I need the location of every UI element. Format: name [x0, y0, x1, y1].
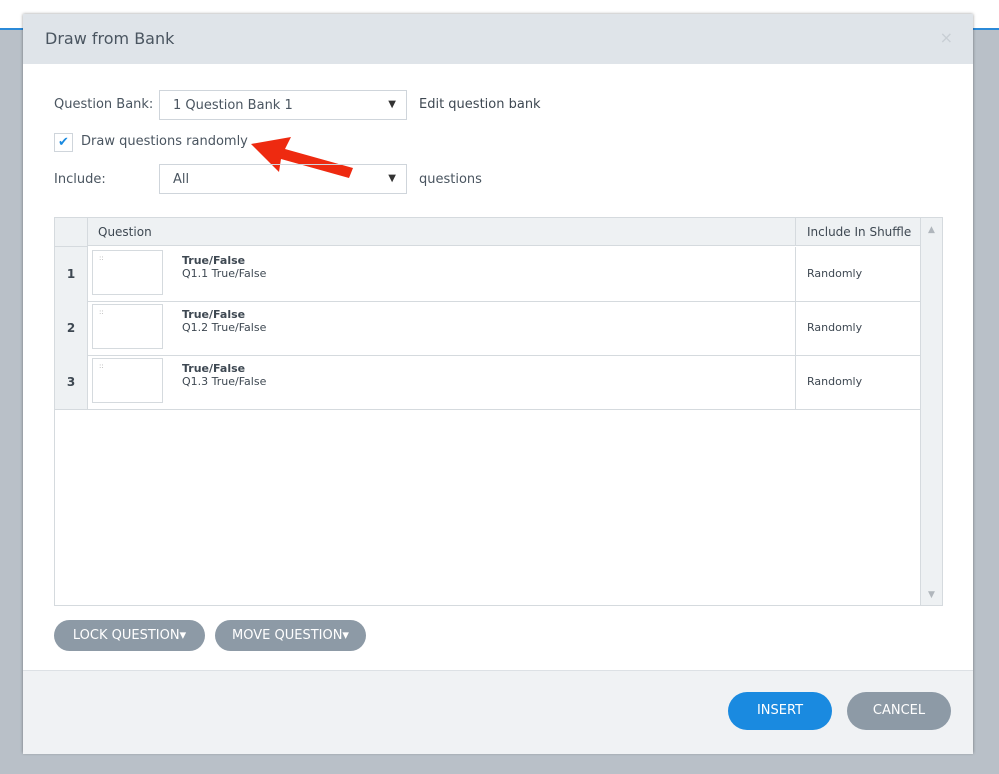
- close-icon[interactable]: ×: [940, 28, 953, 47]
- move-question-button[interactable]: MOVE QUESTION▾: [215, 620, 366, 651]
- question-thumbnail: ::: [92, 250, 163, 295]
- dialog-title: Draw from Bank: [45, 29, 175, 48]
- question-bank-value: 1 Question Bank 1: [173, 98, 293, 113]
- row-number: 2: [55, 301, 88, 355]
- question-bank-select[interactable]: 1 Question Bank 1 ▼: [159, 90, 407, 120]
- question-bank-label: Question Bank:: [54, 97, 154, 112]
- chevron-down-icon: ▼: [388, 173, 396, 184]
- row-number: 1: [55, 247, 88, 301]
- question-type: True/False: [182, 362, 246, 375]
- grid-corner: [55, 218, 88, 247]
- include-label: Include:: [54, 172, 106, 187]
- check-icon: ✔: [58, 135, 69, 150]
- draw-randomly-label[interactable]: Draw questions randomly: [81, 134, 248, 149]
- question-thumbnail: ::: [92, 358, 163, 403]
- scroll-down-icon[interactable]: ▼: [921, 590, 942, 600]
- questions-grid: Question Include In Shuffle 1:: True/Fals…: [54, 217, 943, 606]
- shuffle-value[interactable]: Randomly: [795, 301, 921, 355]
- scroll-up-icon[interactable]: ▲: [921, 225, 942, 235]
- question-thumbnail: ::: [92, 304, 163, 349]
- dialog-header: Draw from Bank ×: [23, 14, 973, 64]
- shuffle-value[interactable]: Randomly: [795, 247, 921, 301]
- column-header-shuffle[interactable]: Include In Shuffle: [795, 218, 921, 246]
- question-type: True/False: [182, 254, 246, 267]
- draw-from-bank-dialog: Draw from Bank × Question Bank: 1 Questi…: [23, 14, 973, 754]
- question-name: Q1.2 True/False: [182, 321, 267, 334]
- cancel-button[interactable]: CANCEL: [847, 692, 951, 730]
- include-suffix: questions: [419, 172, 482, 187]
- lock-question-button[interactable]: LOCK QUESTION▾: [54, 620, 205, 651]
- column-header-question[interactable]: Question: [88, 218, 795, 246]
- table-row[interactable]: 1:: True/False Q1.1 True/False Randomly: [55, 247, 921, 302]
- draw-randomly-checkbox[interactable]: ✔: [54, 133, 73, 152]
- table-row[interactable]: 3:: True/False Q1.3 True/False Randomly: [55, 355, 921, 410]
- question-type: True/False: [182, 308, 246, 321]
- shuffle-value[interactable]: Randomly: [795, 355, 921, 409]
- edit-question-bank-link[interactable]: Edit question bank: [419, 97, 541, 112]
- dialog-footer: INSERT CANCEL: [23, 670, 973, 754]
- include-value: All: [173, 172, 190, 187]
- vertical-scrollbar[interactable]: ▲ ▼: [920, 218, 942, 605]
- chevron-down-icon: ▼: [388, 99, 396, 110]
- insert-button[interactable]: INSERT: [728, 692, 832, 730]
- include-select[interactable]: All ▼: [159, 164, 407, 194]
- table-row[interactable]: 2:: True/False Q1.2 True/False Randomly: [55, 301, 921, 356]
- question-name: Q1.1 True/False: [182, 267, 267, 280]
- row-number: 3: [55, 355, 88, 409]
- question-name: Q1.3 True/False: [182, 375, 267, 388]
